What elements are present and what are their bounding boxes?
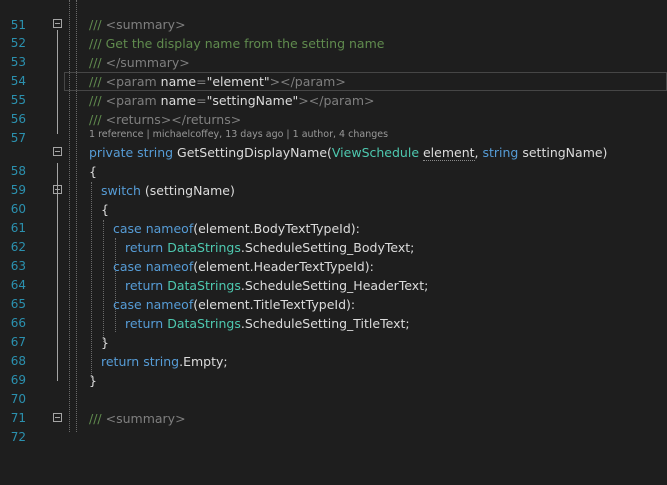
code-line[interactable]: 55 /// <param name="element"></param> [0,72,667,107]
code-line[interactable]: 67 return DataStrings.ScheduleSetting_Ti… [0,314,667,349]
code-line[interactable]: 56 /// <param name="settingName"></param… [0,91,667,126]
code-line[interactable]: 53 /// Get the display name from the set… [0,34,667,69]
code-line[interactable]: 59 { [0,162,667,197]
code-line[interactable]: 66 case nameof(element.TitleTextTypeId): [0,295,667,330]
collapse-toggle-icon[interactable] [53,147,62,156]
code-line[interactable]: 54 /// </summary> [0,53,667,88]
code-line[interactable]: 58 private string GetSettingDisplayName(… [0,143,667,178]
code-line[interactable]: 71 [0,390,667,425]
code-line[interactable]: 70 } [0,371,667,406]
code-line[interactable]: 57 /// <returns></returns> [0,110,667,145]
code-line: 51 [0,0,667,32]
code-line[interactable]: 61 { [0,200,667,235]
code-line[interactable]: 64 case nameof(element.HeaderTextTypeId)… [0,257,667,292]
collapse-toggle-icon[interactable] [53,413,62,422]
line-number: 72 [10,430,26,444]
code-line[interactable]: 52 /// <summary> [0,15,667,50]
code-line[interactable]: 72 /// <summary> [0,409,667,444]
code-line[interactable]: 68 } [0,333,667,368]
code-line[interactable]: 60 switch (settingName) [0,181,667,216]
code-line[interactable]: 69 return string.Empty; [0,352,667,387]
collapse-toggle-icon[interactable] [53,19,62,28]
code-line[interactable]: 63 return DataStrings.ScheduleSetting_Bo… [0,238,667,273]
codelens-info[interactable]: 1 reference | michaelcoffey, 13 days ago… [89,128,388,142]
collapse-toggle-icon[interactable] [53,185,62,194]
code-line[interactable]: 65 return DataStrings.ScheduleSetting_He… [0,276,667,311]
code-line[interactable]: 62 case nameof(element.BodyTextTypeId): [0,219,667,254]
